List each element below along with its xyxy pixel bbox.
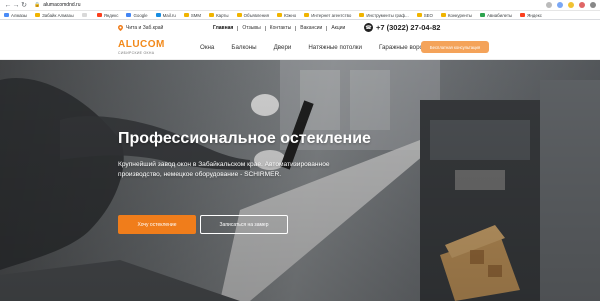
folder-icon (304, 13, 310, 17)
reload-icon[interactable]: ↻ (20, 0, 28, 11)
bookmark-item[interactable]: Яндекс (96, 12, 119, 18)
toplink-home[interactable]: Главная (213, 25, 233, 31)
bookmark-label: Яндекс (103, 12, 119, 18)
logo-tagline: СИБИРСКИЕ ОКНА (118, 51, 155, 55)
hero-description: Крупнейший завод окон в Забайкальском кр… (118, 161, 330, 178)
menu-item-windows[interactable]: Окна (200, 44, 214, 51)
main-navigation: ALUCOM СИБИРСКИЕ ОКНА Окна Балконы Двери… (0, 36, 600, 60)
phone-number: +7 (3022) 27-04-82 (376, 23, 441, 32)
bookmark-item[interactable]: Алмазы (4, 13, 27, 18)
folder-icon (126, 13, 132, 17)
folder-icon (359, 13, 365, 17)
bookmark-label: Инструменты граф... (366, 12, 409, 18)
bookmark-label: Google (133, 12, 148, 18)
folder-icon (96, 13, 102, 17)
profile-avatar-icon[interactable] (590, 2, 596, 8)
city-label: Чита и Заб.край (126, 25, 164, 31)
folder-icon (81, 13, 87, 17)
folder-icon (520, 13, 526, 17)
location-pin-icon (118, 25, 123, 31)
bookmark-item[interactable]: Объявления (236, 12, 269, 18)
bookmark-label: Забайк Алмазы (42, 12, 74, 18)
back-icon[interactable]: ← (4, 0, 12, 11)
bookmark-item[interactable]: Интернет агентство (304, 13, 351, 18)
folder-icon (416, 13, 422, 17)
folder-icon (440, 13, 446, 17)
folder-icon (209, 13, 215, 17)
folder-icon (155, 13, 161, 17)
menu-item-balconies[interactable]: Балконы (231, 44, 256, 51)
folder-icon (236, 13, 242, 17)
menu-item-doors[interactable]: Двери (274, 44, 292, 51)
forward-icon[interactable]: → (12, 0, 20, 11)
browser-address-bar: ← → ↻ 🔒 alumacomdnd.ru (0, 0, 600, 11)
bookmark-label: Карты (216, 12, 229, 18)
bookmark-label: SEO (423, 12, 433, 18)
toplink-contacts[interactable]: Контакты (270, 25, 292, 31)
hero-section: Профессиональное остекление Крупнейший з… (0, 60, 600, 301)
star-icon[interactable] (546, 2, 552, 8)
bookmark-label: SMM (190, 12, 202, 18)
bookmark-label: Объявления (243, 12, 269, 18)
bookmark-item[interactable]: SEO (416, 12, 433, 18)
bookmark-label: Конкуренты (447, 12, 472, 18)
bookmark-label: Южно (284, 12, 297, 18)
hero-overlay (0, 60, 600, 301)
folder-icon (183, 13, 189, 17)
lock-icon[interactable]: 🔒 (34, 2, 40, 8)
folder-icon (4, 13, 9, 17)
divider (295, 25, 297, 31)
phone-link[interactable]: ☎ +7 (3022) 27-04-82 (364, 23, 440, 32)
bookmark-item[interactable]: Mail.ru (155, 12, 176, 18)
logo-text: ALUCOM (118, 39, 165, 50)
toplink-vacancies[interactable]: Вакансии (300, 25, 322, 31)
bookmark-item[interactable]: Google (126, 12, 148, 18)
bookmark-item[interactable]: Инструменты граф... (359, 12, 409, 18)
site-logo[interactable]: ALUCOM СИБИРСКИЕ ОКНА (118, 39, 165, 56)
hero-title: Профессиональное остекление (118, 130, 371, 147)
bookmark-label: Интернет агентство (311, 12, 352, 18)
extension-icon[interactable] (568, 2, 574, 8)
bookmark-label: Авиабилеты (487, 12, 513, 18)
divider (237, 25, 239, 31)
extension-icon[interactable] (557, 2, 563, 8)
folder-icon (35, 13, 41, 17)
site-topbar: Чита и Заб.край Главная Отзывы Контакты … (0, 20, 600, 36)
divider (326, 25, 328, 31)
extension-icon[interactable] (579, 2, 585, 8)
bookmark-item[interactable] (81, 13, 89, 17)
bookmark-item[interactable]: SMM (183, 12, 202, 18)
bookmark-label: Яндекс (527, 12, 542, 18)
menu: Окна Балконы Двери Натяжные потолки Гара… (200, 44, 446, 51)
divider (264, 25, 266, 31)
folder-icon (480, 13, 485, 17)
phone-icon: ☎ (364, 23, 373, 32)
folder-icon (277, 13, 282, 17)
city-selector[interactable]: Чита и Заб.край (118, 25, 163, 31)
top-links: Главная Отзывы Контакты Вакансии Акции (213, 25, 345, 31)
toplink-reviews[interactable]: Отзывы (242, 25, 260, 31)
url-field[interactable]: alumacomdnd.ru (43, 2, 80, 8)
bookmark-item[interactable]: Яндекс (520, 13, 542, 18)
menu-item-ceilings[interactable]: Натяжные потолки (308, 44, 362, 51)
bookmark-item[interactable]: Южно (277, 13, 296, 18)
toplink-promotions[interactable]: Акции (331, 25, 345, 31)
bookmarks-bar: Алмазы Забайк Алмазы Яндекс Google Mail.ru SM… (0, 11, 600, 20)
bookmark-label: Mail.ru (162, 12, 176, 18)
book-measurement-button[interactable]: Записаться на замер (200, 215, 288, 234)
bookmark-item[interactable]: Карты (209, 13, 229, 18)
bookmark-label: Алмазы (11, 12, 28, 18)
order-glazing-button[interactable]: Хочу остекление (118, 215, 196, 234)
bookmark-item[interactable]: Авиабилеты (480, 13, 512, 18)
consultation-button[interactable]: Бесплатная консультация (421, 41, 489, 53)
bookmark-item[interactable]: Конкуренты (440, 12, 472, 18)
bookmark-item[interactable]: Забайк Алмазы (35, 13, 74, 18)
